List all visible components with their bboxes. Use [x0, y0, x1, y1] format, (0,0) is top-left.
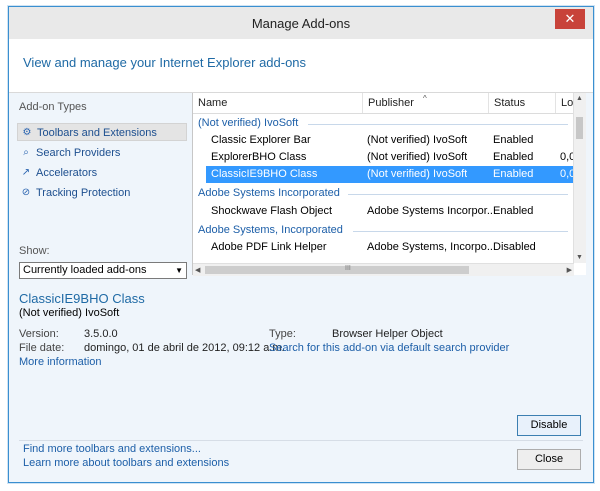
accelerator-icon: ↗ — [21, 167, 31, 178]
row-name: Adobe PDF Link Helper — [211, 241, 327, 253]
detail-publisher: (Not verified) IvoSoft — [19, 307, 120, 319]
table-row[interactable]: Classic Explorer Bar (Not verified) IvoS… — [193, 132, 574, 149]
scroll-up-icon[interactable]: ▲ — [576, 95, 583, 102]
group-header: Adobe Systems, Incorporated — [198, 224, 343, 236]
group-divider — [353, 231, 568, 232]
type-value: Browser Helper Object — [332, 328, 443, 340]
banner-text: View and manage your Internet Explorer a… — [23, 55, 307, 70]
find-more-toolbars-link[interactable]: Find more toolbars and extensions... — [23, 443, 201, 455]
window-title: Manage Add-ons — [251, 16, 351, 31]
type-label: Type: — [269, 328, 296, 340]
row-status: Enabled — [493, 134, 534, 146]
scroll-right-icon[interactable]: ▶ — [567, 266, 572, 274]
close-button[interactable]: Close — [517, 449, 581, 470]
disable-button[interactable]: Disable — [517, 415, 581, 436]
row-status: Enabled — [493, 205, 534, 217]
search-icon: ⌕ — [23, 147, 29, 158]
details-pane: ClassicIE9BHO Class (Not verified) IvoSo… — [9, 285, 593, 482]
addon-types-label: Add-on Types — [19, 101, 87, 113]
row-status: Disabled — [493, 241, 536, 253]
title-bar[interactable]: Manage Add-ons ✕ — [9, 7, 593, 39]
table-row-selected[interactable]: ClassicIE9BHO Class (Not verified) IvoSo… — [206, 166, 574, 183]
addon-list[interactable]: Name Publisher ^ Status Lo (Not verified… — [192, 93, 586, 276]
type-label: Search Providers — [36, 147, 121, 159]
row-status: Enabled — [493, 151, 534, 163]
row-status: Enabled — [493, 168, 534, 180]
filedate-label: File date: — [19, 342, 65, 354]
show-dropdown[interactable]: Currently loaded add-ons ▼ — [19, 262, 187, 279]
table-row[interactable]: ExplorerBHO Class (Not verified) IvoSoft… — [193, 149, 574, 166]
horizontal-scroll-thumb[interactable]: III — [205, 265, 469, 274]
version-label: Version: — [19, 328, 59, 340]
type-accelerators[interactable]: ↗ Accelerators — [17, 164, 187, 182]
type-label: Tracking Protection — [36, 187, 131, 199]
row-name: ClassicIE9BHO Class — [211, 168, 318, 180]
horizontal-scrollbar[interactable]: ◀ III ▶ — [193, 263, 574, 276]
scroll-left-icon[interactable]: ◀ — [195, 266, 200, 274]
row-publisher: (Not verified) IvoSoft — [367, 151, 468, 163]
show-label: Show: — [19, 245, 50, 257]
close-window-icon[interactable]: ✕ — [555, 9, 585, 29]
group-header: (Not verified) IvoSoft — [198, 117, 299, 129]
row-publisher: Adobe Systems, Incorpo... — [367, 241, 497, 253]
scroll-down-icon[interactable]: ▼ — [576, 254, 583, 261]
type-tracking-protection[interactable]: ⊘ Tracking Protection — [17, 184, 187, 202]
type-label: Accelerators — [36, 167, 98, 179]
table-row[interactable]: Shockwave Flash Object Adobe Systems Inc… — [193, 203, 574, 220]
vertical-scroll-thumb[interactable] — [576, 117, 583, 139]
vertical-scrollbar[interactable]: ▲ ▼ — [573, 93, 586, 263]
row-publisher: (Not verified) IvoSoft — [367, 134, 468, 146]
header-banner: View and manage your Internet Explorer a… — [9, 39, 593, 93]
column-header-status[interactable]: Status — [489, 93, 556, 113]
learn-more-toolbars-link[interactable]: Learn more about toolbars and extensions — [23, 457, 229, 469]
row-publisher: (Not verified) IvoSoft — [367, 168, 468, 180]
main-area: Add-on Types ⚙ Toolbars and Extensions ⌕… — [9, 93, 593, 482]
row-name: ExplorerBHO Class — [211, 151, 307, 163]
search-addon-link[interactable]: Search for this add-on via default searc… — [269, 342, 509, 354]
chevron-down-icon: ▼ — [175, 266, 183, 275]
list-header: Name Publisher ^ Status Lo — [193, 93, 574, 114]
type-search-providers[interactable]: ⌕ Search Providers — [17, 144, 187, 162]
group-divider — [348, 194, 568, 195]
column-header-name[interactable]: Name — [193, 93, 363, 113]
group-header: Adobe Systems Incorporated — [198, 187, 340, 199]
filedate-value: domingo, 01 de abril de 2012, 09:12 a.m. — [84, 342, 285, 354]
show-dropdown-value: Currently loaded add-ons — [23, 264, 147, 276]
table-row[interactable]: Adobe PDF Link Helper Adobe Systems, Inc… — [193, 239, 574, 256]
type-toolbars-extensions[interactable]: ⚙ Toolbars and Extensions — [17, 123, 187, 141]
gear-icon: ⚙ — [22, 127, 32, 138]
more-information-link[interactable]: More information — [19, 356, 102, 368]
scroll-grip: III — [345, 265, 351, 272]
group-divider — [308, 124, 568, 125]
detail-addon-name: ClassicIE9BHO Class — [19, 291, 145, 306]
row-name: Classic Explorer Bar — [211, 134, 311, 146]
version-value: 3.5.0.0 — [84, 328, 118, 340]
manage-addons-window: Manage Add-ons ✕ View and manage your In… — [8, 6, 594, 483]
row-publisher: Adobe Systems Incorpor... — [367, 205, 497, 217]
row-name: Shockwave Flash Object — [211, 205, 333, 217]
sort-ascending-icon: ^ — [423, 94, 427, 103]
row-load: 0,0 — [560, 151, 574, 163]
row-load: 0,0 — [560, 168, 574, 180]
column-header-load[interactable]: Lo — [556, 93, 574, 113]
type-label: Toolbars and Extensions — [37, 127, 157, 139]
footer-divider — [19, 440, 583, 441]
addon-types-panel: Add-on Types ⚙ Toolbars and Extensions ⌕… — [9, 93, 192, 285]
block-icon: ⊘ — [21, 187, 31, 198]
